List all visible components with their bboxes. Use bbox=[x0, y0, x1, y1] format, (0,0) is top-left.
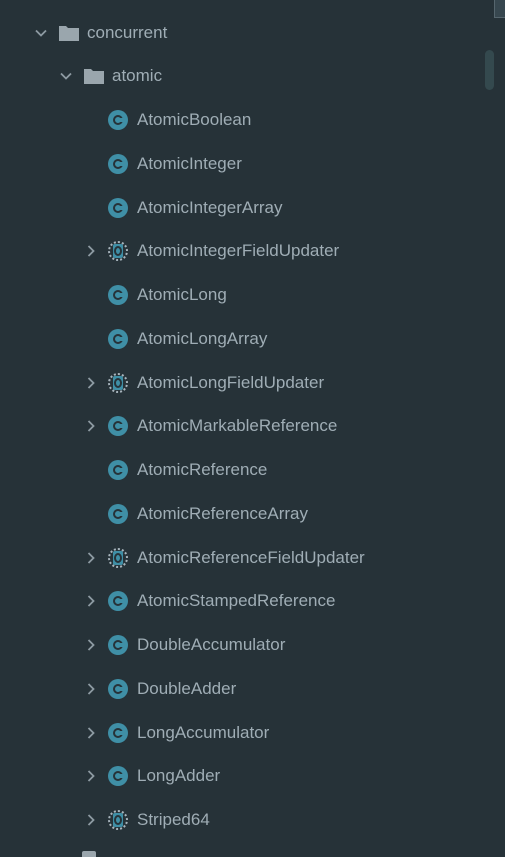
tree-node-label: AtomicReference bbox=[137, 460, 268, 479]
vertical-scrollbar[interactable] bbox=[479, 0, 505, 857]
tree-node-concurrent[interactable]: concurrent bbox=[0, 13, 478, 53]
chevron-right-icon[interactable] bbox=[84, 769, 98, 783]
tree-node-label: AtomicReferenceFieldUpdater bbox=[137, 548, 365, 567]
tree-node-class[interactable]: AtomicReferenceFieldUpdater bbox=[0, 538, 478, 578]
chevron-right-icon[interactable] bbox=[84, 813, 98, 827]
chevron-right-icon[interactable] bbox=[84, 594, 98, 608]
tree-node-class[interactable]: AtomicLongArray bbox=[0, 319, 478, 359]
tree-node-label: LongAdder bbox=[137, 766, 221, 785]
tree-node-label: AtomicInteger bbox=[137, 154, 242, 173]
chevron-right-icon[interactable] bbox=[84, 682, 98, 696]
class-icon bbox=[108, 460, 128, 480]
tree-node-label: DoubleAdder bbox=[137, 679, 237, 698]
tree-node-label: AtomicMarkableReference bbox=[137, 416, 338, 435]
tree-node-label: DoubleAccumulator bbox=[137, 635, 286, 654]
tree-node-class[interactable]: LongAdder bbox=[0, 756, 478, 796]
chevron-right-icon[interactable] bbox=[84, 638, 98, 652]
class-icon bbox=[108, 635, 128, 655]
tree-node-class[interactable]: AtomicMarkableReference bbox=[0, 406, 478, 446]
tree-node-class[interactable]: AtomicReference bbox=[0, 450, 478, 490]
tree-node-class[interactable]: AtomicStampedReference bbox=[0, 581, 478, 621]
chevron-down-icon[interactable] bbox=[34, 26, 48, 40]
abstract-class-icon bbox=[108, 241, 128, 261]
tree-node-class[interactable]: AtomicLongFieldUpdater bbox=[0, 363, 478, 403]
abstract-class-icon bbox=[108, 373, 128, 393]
tree-node-atomic[interactable]: atomic bbox=[0, 56, 478, 96]
chevron-right-icon[interactable] bbox=[84, 419, 98, 433]
chevron-right-icon[interactable] bbox=[84, 376, 98, 390]
tree-node-class[interactable]: AtomicIntegerFieldUpdater bbox=[0, 231, 478, 271]
chevron-right-icon[interactable] bbox=[84, 551, 98, 565]
tree-node-class[interactable]: Striped64 bbox=[0, 800, 478, 840]
folder-icon bbox=[58, 24, 80, 42]
chevron-right-icon[interactable] bbox=[84, 244, 98, 258]
class-icon bbox=[108, 591, 128, 611]
class-icon bbox=[108, 766, 128, 786]
class-icon bbox=[108, 110, 128, 130]
tree-node-label: AtomicLongFieldUpdater bbox=[137, 373, 325, 392]
tree-node-label: AtomicIntegerArray bbox=[137, 198, 283, 217]
class-icon bbox=[108, 198, 128, 218]
class-icon bbox=[108, 285, 128, 305]
tree-node-class[interactable]: AtomicBoolean bbox=[0, 100, 478, 140]
tree-node-label: AtomicLongArray bbox=[137, 329, 268, 348]
tree-node-class[interactable]: AtomicLong bbox=[0, 275, 478, 315]
tree-node-class[interactable]: AtomicIntegerArray bbox=[0, 188, 478, 228]
tree-node-label: AtomicStampedReference bbox=[137, 591, 336, 610]
tree-node-class[interactable]: DoubleAdder bbox=[0, 669, 478, 709]
abstract-class-icon bbox=[108, 548, 128, 568]
tree-node-label: LongAccumulator bbox=[137, 723, 270, 742]
tree-node-class[interactable]: AtomicInteger bbox=[0, 144, 478, 184]
chevron-down-icon[interactable] bbox=[59, 69, 73, 83]
class-icon bbox=[108, 679, 128, 699]
corner-tab[interactable] bbox=[494, 0, 505, 18]
tree-node-label: Striped64 bbox=[137, 810, 210, 829]
tree-node-label: AtomicReferenceArray bbox=[137, 504, 309, 523]
tree-node-class[interactable]: DoubleAccumulator bbox=[0, 625, 478, 665]
class-icon bbox=[108, 416, 128, 436]
folder-icon bbox=[83, 67, 105, 85]
tree-node-label: concurrent bbox=[87, 23, 168, 42]
abstract-class-icon bbox=[108, 810, 128, 830]
scrollbar-thumb[interactable] bbox=[485, 50, 494, 90]
class-icon bbox=[108, 329, 128, 349]
tree-node-class[interactable]: LongAccumulator bbox=[0, 713, 478, 753]
class-icon bbox=[108, 154, 128, 174]
tree-node-label: AtomicIntegerFieldUpdater bbox=[137, 241, 340, 260]
chevron-right-icon[interactable] bbox=[84, 726, 98, 740]
tree-node-class[interactable]: AtomicReferenceArray bbox=[0, 494, 478, 534]
project-tree: concurrent atomic AtomicBoolean AtomicIn… bbox=[0, 0, 505, 857]
class-icon bbox=[108, 723, 128, 743]
tree-node-label: AtomicLong bbox=[137, 285, 227, 304]
tree-node-label: atomic bbox=[112, 66, 163, 85]
file-icon bbox=[82, 851, 96, 857]
class-icon bbox=[108, 504, 128, 524]
tree-node-label: AtomicBoolean bbox=[137, 110, 252, 129]
